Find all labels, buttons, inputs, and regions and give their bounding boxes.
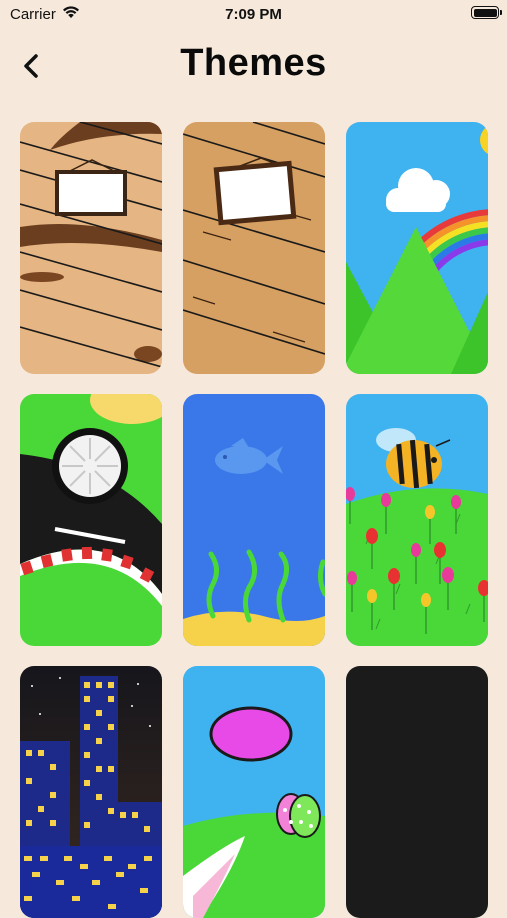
clock: 7:09 PM — [225, 6, 282, 23]
theme-card-wood-light[interactable] — [20, 122, 162, 374]
theme-card-bee-garden[interactable] — [346, 394, 488, 646]
theme-card-rainbow-hills[interactable] — [346, 122, 488, 374]
status-bar: Carrier 7:09 PM — [0, 0, 507, 30]
page-title: Themes — [180, 42, 327, 84]
theme-card-black[interactable] — [346, 666, 488, 918]
theme-card-wood-dark[interactable] — [183, 122, 325, 374]
battery-icon — [471, 6, 502, 19]
nav-bar: Themes — [0, 38, 507, 94]
theme-card-underwater[interactable] — [183, 394, 325, 646]
theme-card-race-track[interactable] — [20, 394, 162, 646]
theme-card-night-city[interactable] — [20, 666, 162, 918]
theme-card-easter[interactable] — [183, 666, 325, 918]
